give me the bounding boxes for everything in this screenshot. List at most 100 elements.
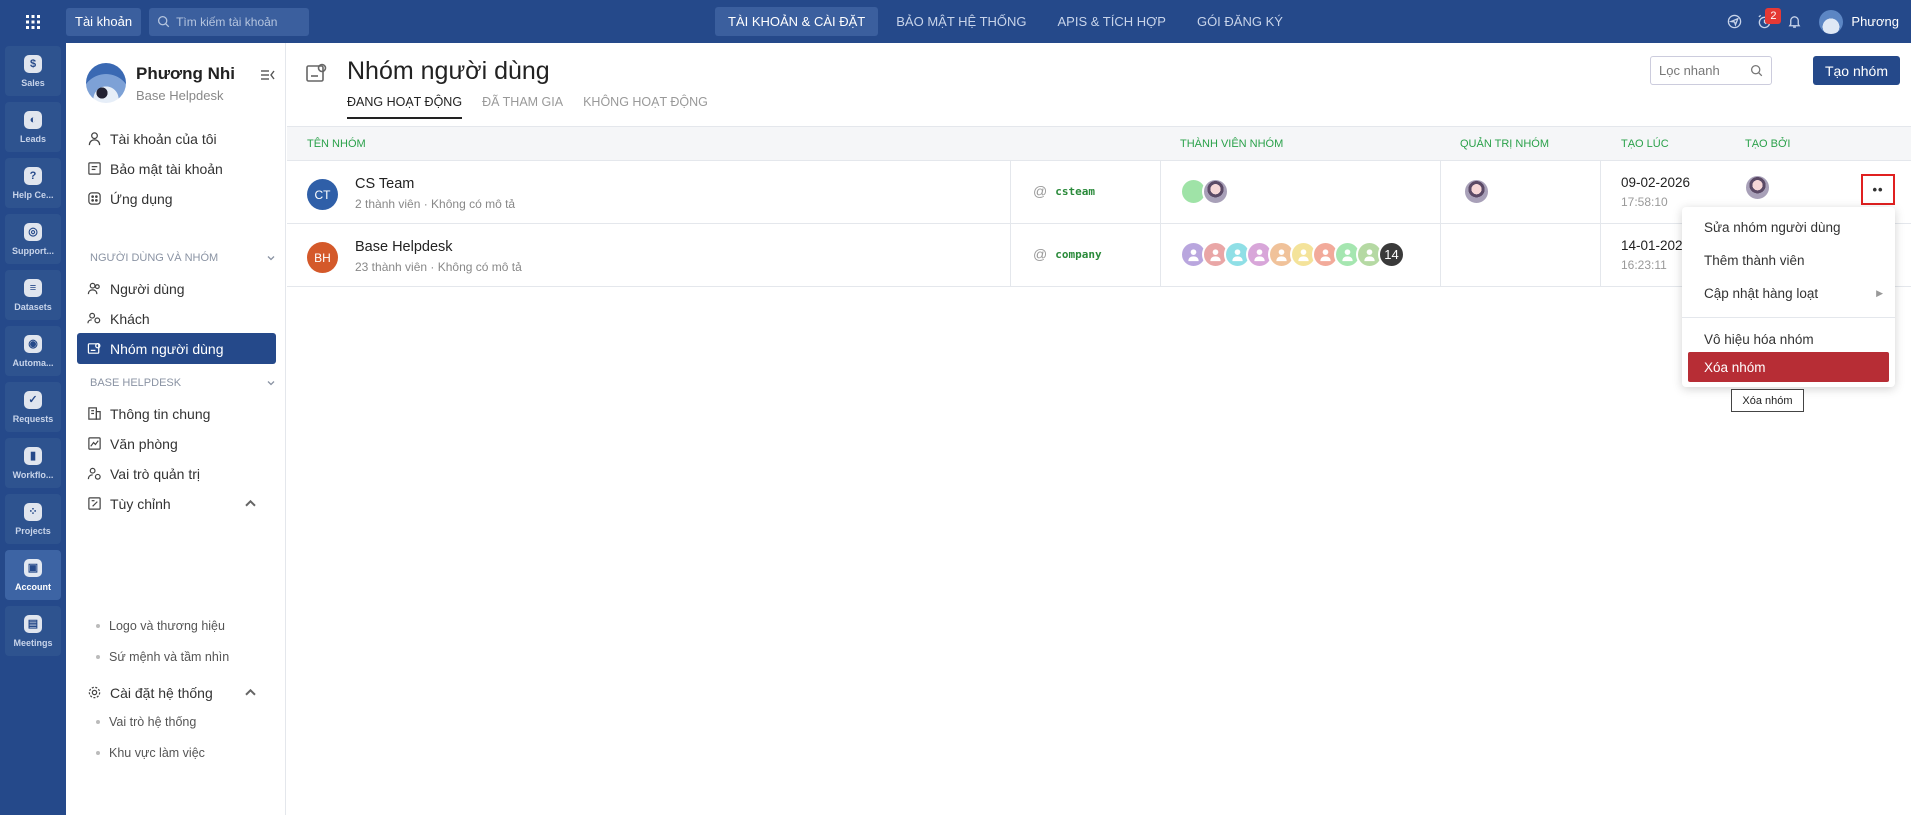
tab-joined[interactable]: ĐÃ THAM GIA (482, 95, 563, 119)
sidebar-item-label: Ứng dụng (110, 190, 173, 207)
admin-role-icon (87, 467, 101, 480)
user-avatar[interactable] (1819, 9, 1844, 34)
column-header-created-by[interactable]: TẠO BỞI (1745, 138, 1791, 150)
create-group-button[interactable]: Tạo nhóm (1813, 56, 1900, 85)
sidebar-sub-workspace[interactable]: Khu vực làm việc (96, 746, 205, 760)
column-header-members[interactable]: THÀNH VIÊN NHÓM (1180, 138, 1283, 150)
row-actions-button[interactable]: •• (1861, 174, 1895, 205)
search-icon (158, 15, 170, 28)
bullet-dot (96, 720, 100, 724)
rail-automation[interactable]: ◉ Automa... (5, 326, 61, 376)
tab-inactive[interactable]: KHÔNG HOẠT ĐỘNG (583, 95, 708, 119)
menu-item-bulk-update[interactable]: Cập nhật hàng loạt ▶ (1682, 278, 1895, 308)
sidebar-item-general-info[interactable]: Thông tin chung (77, 398, 276, 429)
rail-datasets[interactable]: ≡ Datasets (5, 270, 61, 320)
member-avatars[interactable] (1180, 178, 1229, 205)
section-base-helpdesk[interactable]: BASE HELPDESK (90, 377, 276, 389)
bullet-dot (96, 751, 100, 755)
table-row[interactable]: CT CS Team 2 thành viên · Không có mô tả… (287, 161, 1911, 224)
rail-sales[interactable]: $ Sales (5, 46, 61, 96)
groups-table: TÊN NHÓM THÀNH VIÊN NHÓM QUẢN TRỊ NHÓM T… (287, 126, 1911, 287)
quick-filter-input[interactable]: Lọc nhanh (1650, 56, 1772, 85)
sidebar-item-apps[interactable]: Ứng dụng (77, 183, 276, 214)
member-avatars[interactable]: 14 (1180, 241, 1405, 268)
nav-subscription[interactable]: GÓI ĐĂNG KÝ (1184, 7, 1296, 36)
sidebar-item-label: Tài khoản của tôi (110, 130, 217, 147)
sidebar-item-customize[interactable]: Tùy chỉnh (77, 488, 276, 519)
support-icon: ◎ (24, 222, 42, 241)
created-date: 09-02-2026 (1621, 175, 1691, 190)
top-right-tools: 2 Phương (1719, 0, 1899, 43)
profile-name: Phương Nhi (136, 63, 235, 83)
alarm-button[interactable]: 2 (1749, 0, 1782, 43)
sidebar-sub-logo-brand[interactable]: Logo và thương hiệu (96, 619, 225, 633)
app-grid-button[interactable] (0, 0, 66, 43)
sidebar-item-guests[interactable]: Khách (77, 303, 276, 334)
rail-leads[interactable]: ◐ Leads (5, 102, 61, 152)
column-header-name[interactable]: TÊN NHÓM (307, 138, 366, 150)
more-members-count[interactable]: 14 (1378, 241, 1405, 268)
sidebar-item-user-groups[interactable]: Nhóm người dùng (77, 333, 276, 364)
alias-text: csteam (1055, 184, 1095, 198)
rail-meetings[interactable]: ▤ Meetings (5, 606, 61, 656)
sidebar-item-system-settings[interactable]: Cài đặt hệ thống (77, 677, 276, 708)
section-users-groups[interactable]: NGƯỜI DÙNG VÀ NHÓM (90, 252, 276, 264)
person-icon (1320, 249, 1331, 262)
at-icon: @ (1033, 246, 1048, 262)
search-placeholder: Tìm kiếm tài khoản (176, 14, 278, 29)
rail-label: Leads (19, 133, 46, 144)
sidebar-item-account-security[interactable]: Bảo mật tài khoản (77, 153, 276, 184)
sidebar-sub-label: Sứ mệnh và tầm nhìn (109, 650, 230, 664)
at-icon: @ (1033, 183, 1048, 199)
menu-item-add-member[interactable]: Thêm thành viên (1682, 245, 1895, 275)
nav-account-settings[interactable]: TÀI KHOẢN & CÀI ĐẶT (715, 7, 879, 36)
sidebar-sub-label: Logo và thương hiệu (109, 619, 225, 633)
column-header-admins[interactable]: QUẢN TRỊ NHÓM (1460, 138, 1549, 150)
profile-subtitle: Base Helpdesk (136, 87, 224, 103)
person-icon (1342, 249, 1353, 262)
search-accounts-input[interactable]: Tìm kiếm tài khoản (149, 7, 310, 36)
menu-item-deactivate-group[interactable]: Vô hiệu hóa nhóm (1682, 324, 1895, 354)
top-nav: TÀI KHOẢN & CÀI ĐẶT BẢO MẬT HỆ THỐNG API… (715, 7, 1301, 36)
rail-support[interactable]: ◎ Support... (5, 214, 61, 264)
table-row[interactable]: BH Base Helpdesk 23 thành viên · Không c… (287, 224, 1911, 287)
profile-block: Phương Nhi Base Helpdesk (86, 63, 235, 103)
sidebar-item-admin-roles[interactable]: Vai trò quản trị (77, 458, 276, 489)
group-name[interactable]: Base Helpdesk (355, 239, 453, 255)
column-header-created-at[interactable]: TẠO LÚC (1621, 138, 1669, 150)
column-divider (1600, 224, 1601, 286)
account-chip[interactable]: Tài khoản (66, 7, 142, 36)
requests-icon: ✓ (24, 390, 42, 409)
chevron-down-icon (267, 381, 275, 386)
notifications-button[interactable] (1779, 0, 1809, 43)
group-avatar: CT (307, 179, 338, 210)
tab-active[interactable]: ĐANG HOẠT ĐỘNG (347, 95, 463, 119)
group-name[interactable]: CS Team (355, 176, 414, 192)
group-description: 23 thành viên · Không có mô tả (355, 260, 522, 274)
sidebar-item-my-account[interactable]: Tài khoản của tôi (77, 123, 276, 154)
sidebar-item-users[interactable]: Người dùng (77, 273, 276, 304)
rail-account[interactable]: ▣ Account (5, 550, 61, 600)
user-group-icon (306, 63, 327, 82)
person-icon (1254, 249, 1265, 262)
sidebar-item-office[interactable]: Văn phòng (77, 428, 276, 459)
building-icon (88, 407, 101, 420)
alias-text: company (1055, 247, 1102, 261)
nav-system-security[interactable]: BẢO MẬT HỆ THỐNG (883, 7, 1039, 36)
rail-requests[interactable]: ✓ Requests (5, 382, 61, 432)
nav-apis-integrations[interactable]: APIS & TÍCH HỢP (1045, 7, 1179, 36)
menu-item-edit-group[interactable]: Sửa nhóm người dùng (1682, 212, 1895, 242)
rail-help-center[interactable]: ? Help Ce... (5, 158, 61, 208)
send-button[interactable] (1719, 0, 1749, 43)
rail-projects[interactable]: ⁘ Projects (5, 494, 61, 544)
sidebar-sub-system-roles[interactable]: Vai trò hệ thống (96, 715, 196, 729)
group-description: 2 thành viên · Không có mô tả (355, 197, 516, 211)
rail-workflow[interactable]: ▮ Workflo... (5, 438, 61, 488)
column-divider (1010, 224, 1011, 286)
sidebar-sub-mission-vision[interactable]: Sứ mệnh và tầm nhìn (96, 650, 229, 664)
rail-label: Requests (12, 413, 54, 424)
user-name[interactable]: Phương (1851, 14, 1899, 29)
status-tabs: ĐANG HOẠT ĐỘNG ĐÃ THAM GIA KHÔNG HOẠT ĐỘ… (347, 95, 728, 119)
menu-item-delete-group[interactable]: Xóa nhóm (1688, 352, 1889, 382)
collapse-sidebar-icon[interactable] (260, 67, 276, 83)
